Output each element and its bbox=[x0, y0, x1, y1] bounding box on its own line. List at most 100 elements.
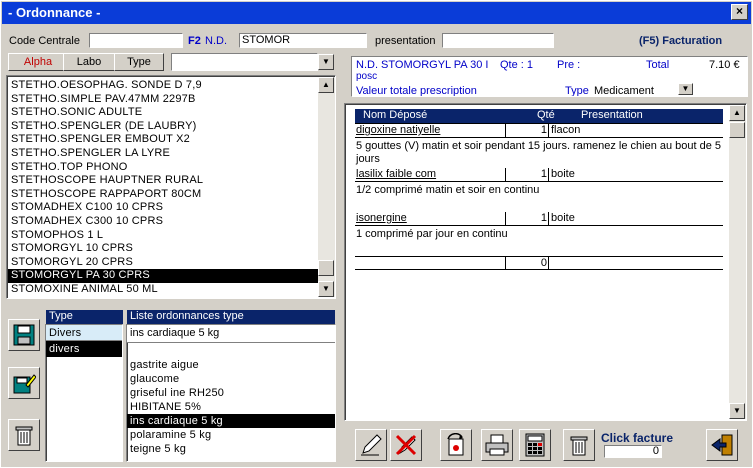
product-list-item[interactable]: STOMOXINE ANIMAL 50 ML bbox=[8, 283, 318, 297]
edit-save-button[interactable] bbox=[8, 367, 40, 399]
info-type-label: Type bbox=[565, 85, 589, 97]
scroll-thumb[interactable] bbox=[318, 260, 334, 276]
product-list-item[interactable]: STOMORGYL PA 30 CPRS bbox=[8, 269, 318, 283]
ordonnance-list-item[interactable]: ins cardiaque 5 kg bbox=[127, 414, 335, 428]
calculator-icon bbox=[525, 433, 545, 457]
type-list-item[interactable]: divers bbox=[46, 341, 122, 357]
exit-button[interactable] bbox=[706, 429, 738, 461]
delete-left-button[interactable] bbox=[8, 419, 40, 451]
prescription-row[interactable]: digoxine natiyelle 1 flacon 5 gouttes (V) m… bbox=[355, 123, 723, 168]
ordonnance-list-item[interactable]: polaramine 5 kg bbox=[127, 428, 335, 442]
product-list-item[interactable]: STOMORGYL 10 CPRS bbox=[8, 242, 318, 256]
prescription-header: Nom Déposé Qté Presentation bbox=[355, 109, 723, 123]
product-list-item[interactable]: STETHOSCOPE RAPPAPORT 80CM bbox=[8, 188, 318, 202]
tab-alpha[interactable]: Alpha bbox=[8, 53, 68, 71]
pen-paper-icon bbox=[361, 434, 382, 456]
drug-presentation[interactable]: flacon bbox=[551, 124, 580, 137]
header-presentation: Presentation bbox=[581, 109, 643, 121]
product-list-item[interactable]: STOMOPHOS 1 L bbox=[8, 229, 318, 243]
trash-icon bbox=[15, 426, 33, 446]
info-type-value: Medicament bbox=[594, 85, 654, 97]
rx-scroll-up-icon[interactable]: ▲ bbox=[729, 105, 745, 121]
type-list: Divers divers bbox=[45, 324, 123, 462]
prescription-row[interactable]: 0 bbox=[355, 256, 723, 272]
title-bar: - Ordonnance - × bbox=[2, 2, 751, 24]
prescription-row[interactable]: isonergine 1 boite 1 comprimé par jour en c… bbox=[355, 212, 723, 256]
product-list-item[interactable]: STETHO.SPENGLER LA LYRE bbox=[8, 147, 318, 161]
delete-line-button[interactable] bbox=[563, 429, 595, 461]
rx-scroll-down-icon[interactable]: ▼ bbox=[729, 403, 745, 419]
tab-type[interactable]: Type bbox=[114, 53, 164, 71]
scroll-up-icon[interactable]: ▲ bbox=[318, 77, 334, 93]
filter-combo-arrow-icon[interactable]: ▼ bbox=[318, 54, 334, 70]
floppy-edit-icon bbox=[13, 374, 36, 394]
drug-qty[interactable]: 1 bbox=[505, 212, 549, 225]
nd-input[interactable]: STOMOR bbox=[239, 33, 367, 48]
nd-label: N.D. bbox=[205, 35, 227, 47]
printer-icon bbox=[485, 434, 509, 456]
drug-presentation[interactable]: boite bbox=[551, 168, 575, 181]
f2-label: F2 bbox=[188, 35, 201, 47]
drug-qty[interactable]: 0 bbox=[505, 257, 549, 270]
ordonnance-list-item[interactable]: teigne 5 kg bbox=[127, 442, 335, 456]
presentation-input[interactable] bbox=[442, 33, 554, 48]
product-list-item[interactable]: STOMADHEX C300 10 CPRS bbox=[8, 215, 318, 229]
drug-presentation[interactable]: boite bbox=[551, 212, 575, 225]
code-centrale-input[interactable] bbox=[89, 33, 183, 48]
save-button[interactable] bbox=[8, 319, 40, 351]
cancel-line-button[interactable] bbox=[390, 429, 422, 461]
product-list-item[interactable]: STETHO.SPENGLER (DE LAUBRY) bbox=[8, 120, 318, 134]
drug-posologie[interactable]: 1 comprimé par jour en continu bbox=[355, 226, 723, 256]
header-qte: Qté bbox=[537, 109, 555, 121]
product-list-item[interactable]: STETHO.SPENGLER EMBOUT X2 bbox=[8, 133, 318, 147]
rx-scroll-thumb[interactable] bbox=[729, 122, 745, 138]
scroll-down-icon[interactable]: ▼ bbox=[318, 281, 334, 297]
drug-name[interactable]: isonergine bbox=[356, 212, 407, 225]
ordonnance-list-item[interactable]: gastrite aigue bbox=[127, 358, 335, 372]
facturation-button[interactable]: (F5) Facturation bbox=[639, 35, 722, 47]
type-list-header: Type bbox=[46, 310, 123, 324]
calculator-button[interactable] bbox=[519, 429, 551, 461]
product-list-item[interactable]: STETHO.SIMPLE PAV.47MM 2297B bbox=[8, 93, 318, 107]
refresh-document-button[interactable] bbox=[440, 429, 472, 461]
drug-qty[interactable]: 1 bbox=[505, 168, 549, 181]
prescription-scrollbar[interactable]: ▲ ▼ bbox=[729, 105, 746, 419]
drug-name[interactable]: lasilix faible com bbox=[356, 168, 436, 181]
drug-name[interactable]: digoxine natiyelle bbox=[356, 124, 440, 137]
window-title: - Ordonnance - bbox=[8, 5, 101, 20]
type-dropdown-arrow-icon[interactable]: ▼ bbox=[678, 83, 693, 95]
prescription-line: digoxine natiyelle 1 flacon bbox=[355, 124, 723, 138]
product-list-item[interactable]: STETHOSCOPE HAUPTNER RURAL bbox=[8, 174, 318, 188]
edit-posologie-button[interactable] bbox=[355, 429, 387, 461]
prescription-line: 0 bbox=[355, 256, 723, 270]
ordonnance-list-item[interactable]: glaucome bbox=[127, 372, 335, 386]
info-valeur-label: Valeur totale prescription bbox=[356, 85, 477, 97]
info-box: N.D. STOMORGYL PA 30 I posc Qte : 1 Pre … bbox=[351, 56, 748, 97]
filter-combo[interactable] bbox=[171, 53, 318, 71]
drug-posologie[interactable] bbox=[355, 270, 723, 272]
product-list-scrollbar[interactable]: ▲ ▼ bbox=[318, 77, 335, 297]
drug-qty[interactable]: 1 bbox=[505, 124, 549, 137]
prescription-row[interactable]: lasilix faible com 1 boite 1/2 comprimé mat… bbox=[355, 168, 723, 212]
product-list-item[interactable]: STETHO.SONIC ADULTE bbox=[8, 106, 318, 120]
ordonnances-list: ins cardiaque 5 kg gastrite aigue glaucom… bbox=[126, 324, 336, 462]
close-button[interactable]: × bbox=[731, 4, 748, 20]
product-list-item[interactable]: STOMORGYL 20 CPRS bbox=[8, 256, 318, 270]
drug-posologie[interactable]: 1/2 comprimé matin et soir en continu bbox=[355, 182, 723, 212]
ordonnance-list-item[interactable]: griseful ine RH250 bbox=[127, 386, 335, 400]
product-list-item[interactable]: STETHO.OESOPHAG. SONDE D 7,9 bbox=[8, 79, 318, 93]
info-posc: posc bbox=[356, 71, 378, 82]
drug-posologie[interactable]: 5 gouttes (V) matin et soir pendant 15 j… bbox=[355, 138, 723, 168]
info-total-value: 7.10 € bbox=[709, 59, 740, 71]
product-list-item[interactable]: STETHO.TOP PHONO bbox=[8, 161, 318, 175]
tab-labo[interactable]: Labo bbox=[63, 53, 115, 71]
ordonnance-list-item[interactable]: HIBITANE 5% bbox=[127, 400, 335, 414]
click-facture-value[interactable]: 0 bbox=[604, 445, 662, 458]
type-list-item[interactable]: Divers bbox=[46, 325, 122, 341]
print-button[interactable] bbox=[481, 429, 513, 461]
prescription-grid: Nom Déposé Qté Presentation digoxine nat… bbox=[344, 103, 747, 421]
ordonnance-current[interactable]: ins cardiaque 5 kg bbox=[127, 325, 335, 343]
cross-pen-icon bbox=[395, 434, 417, 456]
product-list-item[interactable]: STOMADHEX C100 10 CPRS bbox=[8, 201, 318, 215]
presentation-label: presentation bbox=[375, 35, 436, 47]
